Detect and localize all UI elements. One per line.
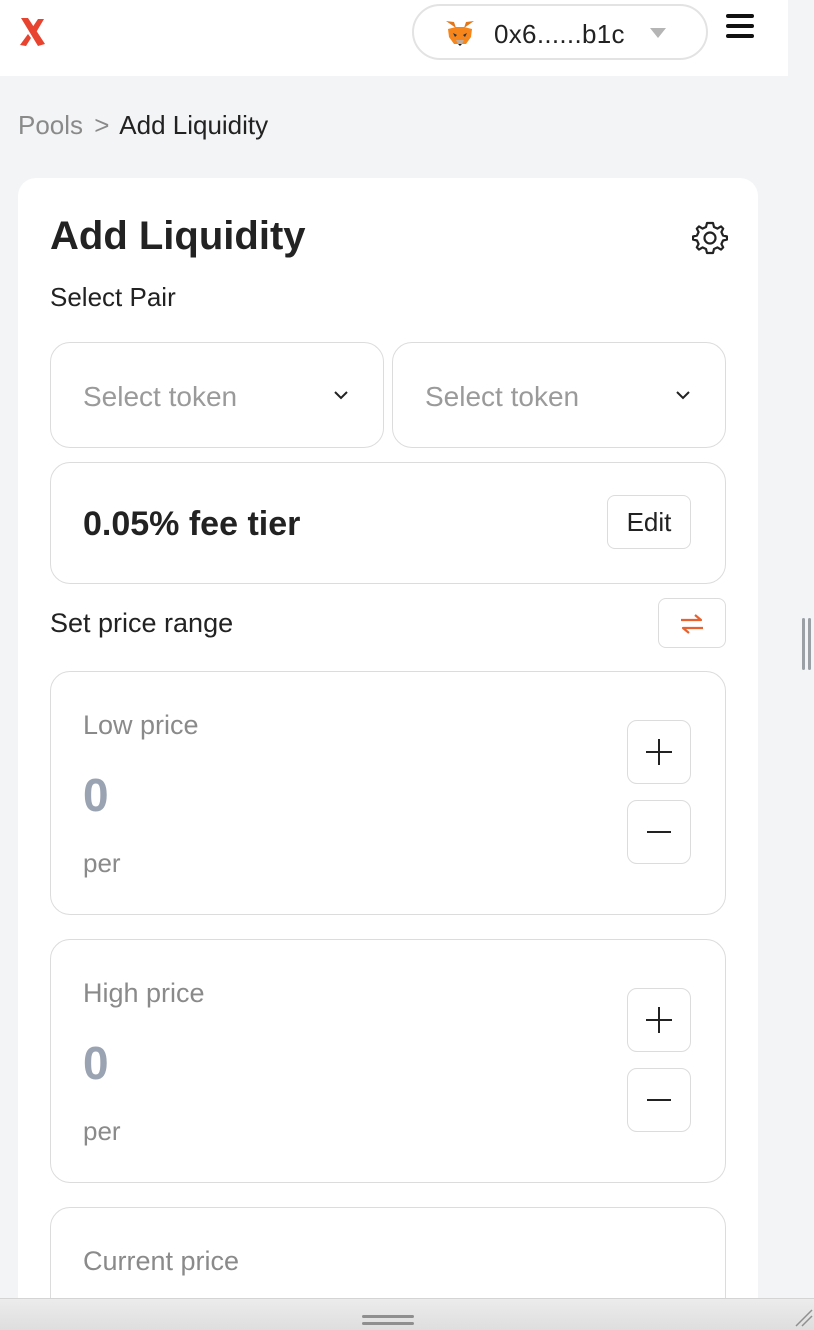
breadcrumb-pools-link[interactable]: Pools <box>18 110 83 140</box>
high-price-input[interactable]: 0 <box>83 1036 109 1090</box>
token-b-select[interactable]: Select token <box>392 342 726 448</box>
token-a-select[interactable]: Select token <box>50 342 384 448</box>
swap-arrows-icon <box>681 614 703 634</box>
high-price-decrement-button[interactable] <box>627 1068 691 1132</box>
hamburger-menu-icon[interactable] <box>726 14 758 44</box>
current-price-label: Current price <box>83 1246 240 1276</box>
bottom-drawer-bar <box>0 1298 814 1330</box>
plus-icon <box>646 1007 672 1033</box>
gear-icon[interactable] <box>692 220 728 256</box>
resize-handle-icon[interactable] <box>794 1308 814 1328</box>
high-price-label: High price <box>83 978 205 1008</box>
caret-down-icon <box>650 28 666 38</box>
chevron-down-icon <box>334 391 348 400</box>
minus-icon <box>647 1099 671 1101</box>
high-price-box: High price 0 per <box>50 939 726 1183</box>
breadcrumb-separator: > <box>94 110 110 140</box>
wallet-address: 0x6......b1c <box>494 19 625 49</box>
x-logo-icon[interactable] <box>18 16 48 48</box>
low-price-input[interactable]: 0 <box>83 768 109 822</box>
high-price-unit: per <box>83 1116 121 1146</box>
low-price-increment-button[interactable] <box>627 720 691 784</box>
page-title: Add Liquidity <box>50 214 306 258</box>
add-liquidity-card: Add Liquidity Select Pair Select token S… <box>18 178 758 1330</box>
low-price-box: Low price 0 per <box>50 671 726 915</box>
scrollbar-handle[interactable] <box>800 618 814 670</box>
plus-icon <box>646 739 672 765</box>
metamask-fox-icon <box>446 21 474 46</box>
low-price-label: Low price <box>83 710 199 740</box>
high-price-increment-button[interactable] <box>627 988 691 1052</box>
low-price-unit: per <box>83 848 121 878</box>
fee-tier-label: 0.05% fee tier <box>83 505 301 543</box>
breadcrumb: Pools > Add Liquidity <box>18 110 268 141</box>
top-navigation-bar: 0x6......b1c <box>0 0 788 76</box>
drawer-grip-handle[interactable] <box>362 1315 414 1325</box>
low-price-decrement-button[interactable] <box>627 800 691 864</box>
edit-fee-button[interactable]: Edit <box>607 495 691 549</box>
select-pair-label: Select Pair <box>50 282 176 312</box>
wallet-button[interactable]: 0x6......b1c <box>412 4 708 60</box>
swap-price-direction-button[interactable] <box>658 598 726 648</box>
breadcrumb-current: Add Liquidity <box>119 110 269 140</box>
price-range-label: Set price range <box>50 608 234 638</box>
minus-icon <box>647 831 671 833</box>
fee-tier-box: 0.05% fee tier Edit <box>50 462 726 584</box>
token-b-placeholder: Select token <box>425 381 580 412</box>
token-a-placeholder: Select token <box>83 381 238 412</box>
chevron-down-icon <box>676 391 690 400</box>
